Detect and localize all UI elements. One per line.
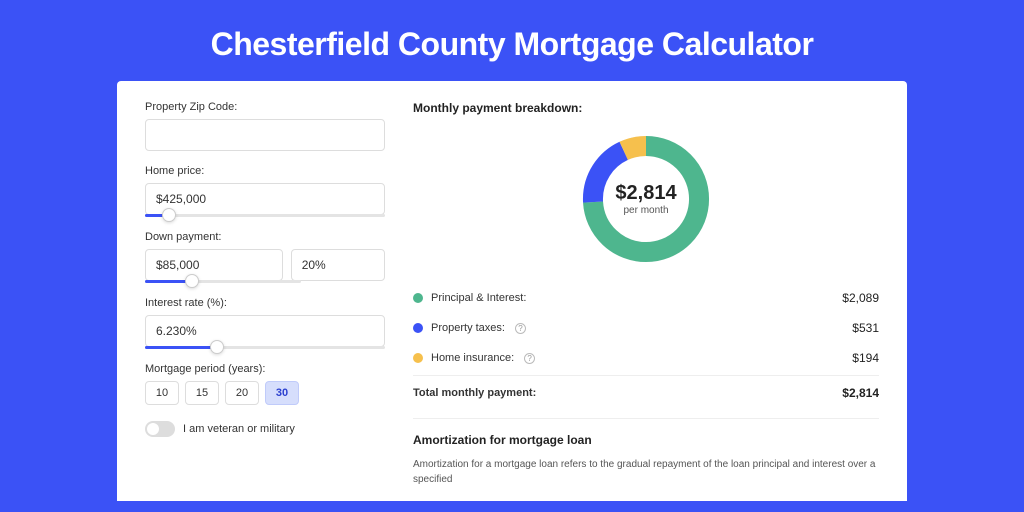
home-price-field-group: Home price: bbox=[145, 165, 385, 217]
legend-label: Property taxes: bbox=[431, 322, 505, 334]
home-price-label: Home price: bbox=[145, 165, 385, 177]
zip-label: Property Zip Code: bbox=[145, 101, 385, 113]
interest-field-group: Interest rate (%): bbox=[145, 297, 385, 349]
page-title: Chesterfield County Mortgage Calculator bbox=[0, 0, 1024, 81]
donut-chart-wrap: $2,814 per month bbox=[413, 129, 879, 269]
info-icon[interactable]: ? bbox=[515, 323, 526, 334]
veteran-toggle-row: I am veteran or military bbox=[145, 421, 385, 437]
period-label: Mortgage period (years): bbox=[145, 363, 385, 375]
amortization-section: Amortization for mortgage loan Amortizat… bbox=[413, 418, 879, 487]
legend-value: $531 bbox=[852, 321, 879, 335]
down-payment-pct-input[interactable] bbox=[291, 249, 385, 281]
interest-label: Interest rate (%): bbox=[145, 297, 385, 309]
zip-input[interactable] bbox=[145, 119, 385, 151]
breakdown-legend: Principal & Interest: $2,089 Property taxe… bbox=[413, 283, 879, 373]
home-price-input[interactable] bbox=[145, 183, 385, 215]
input-panel: Property Zip Code: Home price: Down paym… bbox=[145, 101, 385, 501]
legend-value: $194 bbox=[852, 351, 879, 365]
legend-dot-icon bbox=[413, 323, 423, 333]
total-row: Total monthly payment: $2,814 bbox=[413, 375, 879, 408]
amortization-title: Amortization for mortgage loan bbox=[413, 433, 879, 447]
veteran-toggle[interactable] bbox=[145, 421, 175, 437]
donut-sub: per month bbox=[623, 205, 668, 216]
breakdown-panel: Monthly payment breakdown: $2,814 per mo… bbox=[413, 101, 879, 501]
down-payment-slider[interactable] bbox=[145, 280, 301, 283]
legend-label: Home insurance: bbox=[431, 352, 514, 364]
period-button-10[interactable]: 10 bbox=[145, 381, 179, 405]
period-field-group: Mortgage period (years): 10152030 bbox=[145, 363, 385, 405]
interest-input[interactable] bbox=[145, 315, 385, 347]
donut-chart: $2,814 per month bbox=[576, 129, 716, 269]
home-price-slider[interactable] bbox=[145, 214, 385, 217]
calculator-card: Property Zip Code: Home price: Down paym… bbox=[117, 81, 907, 501]
legend-value: $2,089 bbox=[842, 291, 879, 305]
legend-row: Principal & Interest: $2,089 bbox=[413, 283, 879, 313]
donut-center: $2,814 per month bbox=[576, 129, 716, 269]
amortization-text: Amortization for a mortgage loan refers … bbox=[413, 457, 879, 487]
period-button-15[interactable]: 15 bbox=[185, 381, 219, 405]
info-icon[interactable]: ? bbox=[524, 353, 535, 364]
breakdown-title: Monthly payment breakdown: bbox=[413, 101, 879, 115]
slider-thumb-icon[interactable] bbox=[162, 208, 176, 222]
legend-dot-icon bbox=[413, 293, 423, 303]
period-button-30[interactable]: 30 bbox=[265, 381, 299, 405]
down-payment-label: Down payment: bbox=[145, 231, 385, 243]
interest-slider[interactable] bbox=[145, 346, 385, 349]
donut-total: $2,814 bbox=[615, 182, 676, 205]
veteran-label: I am veteran or military bbox=[183, 423, 295, 435]
period-buttons: 10152030 bbox=[145, 381, 385, 405]
legend-label: Principal & Interest: bbox=[431, 292, 526, 304]
down-payment-input[interactable] bbox=[145, 249, 283, 281]
total-row-value: $2,814 bbox=[842, 386, 879, 400]
period-button-20[interactable]: 20 bbox=[225, 381, 259, 405]
slider-thumb-icon[interactable] bbox=[185, 274, 199, 288]
toggle-knob-icon bbox=[147, 423, 159, 435]
legend-row: Home insurance:? $194 bbox=[413, 343, 879, 373]
zip-field-group: Property Zip Code: bbox=[145, 101, 385, 151]
legend-dot-icon bbox=[413, 353, 423, 363]
total-row-label: Total monthly payment: bbox=[413, 387, 536, 399]
legend-row: Property taxes:? $531 bbox=[413, 313, 879, 343]
down-payment-field-group: Down payment: bbox=[145, 231, 385, 283]
slider-thumb-icon[interactable] bbox=[210, 340, 224, 354]
